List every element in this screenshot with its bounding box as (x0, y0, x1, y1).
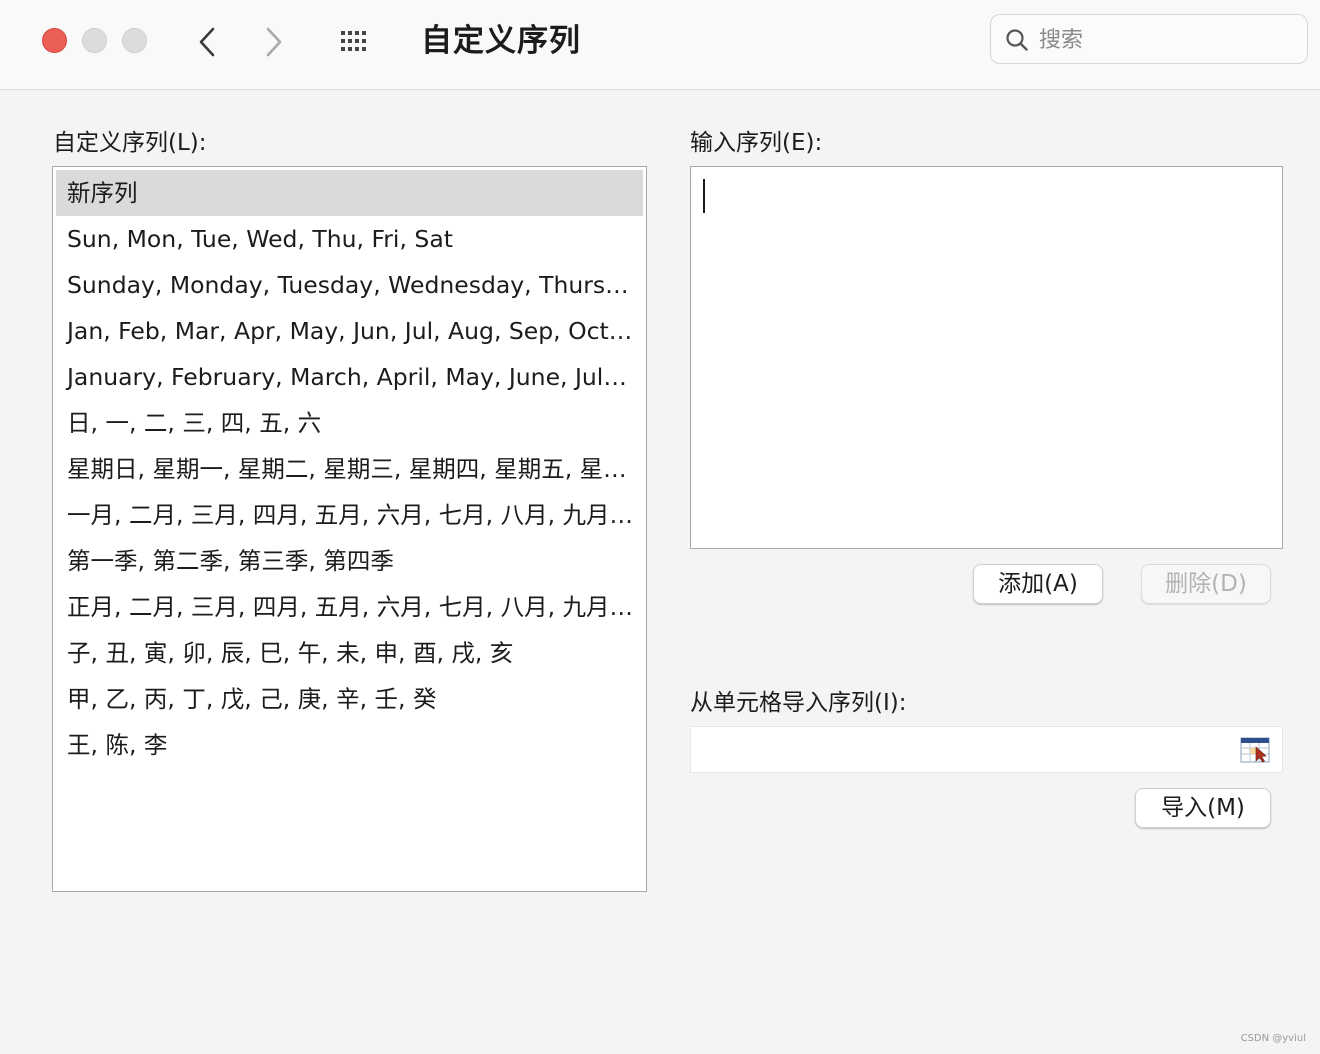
import-from-cells-label: 从单元格导入序列(I): (690, 690, 907, 716)
back-button[interactable] (190, 22, 226, 62)
import-range-field[interactable] (690, 726, 1283, 773)
entry-label: 输入序列(E): (690, 130, 823, 156)
range-select-icon (1240, 737, 1270, 763)
list-item[interactable]: 第一季, 第二季, 第三季, 第四季 (56, 538, 643, 584)
list-entries-textarea[interactable] (690, 166, 1283, 549)
forward-button[interactable] (255, 22, 291, 62)
delete-button[interactable]: 删除(D) (1141, 564, 1271, 604)
list-item[interactable]: 星期日, 星期一, 星期二, 星期三, 星期四, 星期五, 星期六 (56, 446, 643, 492)
chevron-left-icon (199, 27, 215, 57)
list-item[interactable]: Jan, Feb, Mar, Apr, May, Jun, Jul, Aug, … (56, 308, 643, 354)
import-button[interactable]: 导入(M) (1135, 788, 1271, 828)
custom-lists-label: 自定义序列(L): (53, 130, 207, 156)
close-window-button[interactable] (42, 28, 67, 53)
watermark: CSDN @yviul (1240, 1033, 1306, 1044)
add-button[interactable]: 添加(A) (973, 564, 1103, 604)
zoom-window-button[interactable] (122, 28, 147, 53)
list-item[interactable]: 王, 陈, 李 (56, 722, 643, 768)
list-item[interactable]: 甲, 乙, 丙, 丁, 戊, 己, 庚, 辛, 壬, 癸 (56, 676, 643, 722)
minimize-window-button[interactable] (82, 28, 107, 53)
list-item[interactable]: Sunday, Monday, Tuesday, Wednesday, Thur… (56, 262, 643, 308)
search-icon (1006, 29, 1028, 51)
list-item[interactable]: Sun, Mon, Tue, Wed, Thu, Fri, Sat (56, 216, 643, 262)
search-field[interactable] (990, 14, 1308, 64)
list-item[interactable]: 新序列 (56, 170, 643, 216)
list-item[interactable]: 正月, 二月, 三月, 四月, 五月, 六月, 七月, 八月, 九月, 十月, … (56, 584, 643, 630)
search-input[interactable] (1037, 23, 1297, 57)
grid-icon (341, 31, 366, 51)
text-caret (703, 179, 705, 213)
title-bar: 自定义序列 (0, 0, 1320, 90)
list-item[interactable]: January, February, March, April, May, Ju… (56, 354, 643, 400)
custom-lists-listbox[interactable]: 新序列 Sun, Mon, Tue, Wed, Thu, Fri, Sat Sund… (52, 166, 647, 892)
window-title: 自定义序列 (421, 23, 581, 59)
chevron-right-icon (266, 27, 282, 57)
list-item[interactable]: 子, 丑, 寅, 卯, 辰, 巳, 午, 未, 申, 酉, 戌, 亥 (56, 630, 643, 676)
list-item[interactable]: 日, 一, 二, 三, 四, 五, 六 (56, 400, 643, 446)
list-item[interactable]: 一月, 二月, 三月, 四月, 五月, 六月, 七月, 八月, 九月, 十月, … (56, 492, 643, 538)
range-picker-button[interactable] (1240, 737, 1270, 763)
show-all-button[interactable] (339, 29, 371, 53)
